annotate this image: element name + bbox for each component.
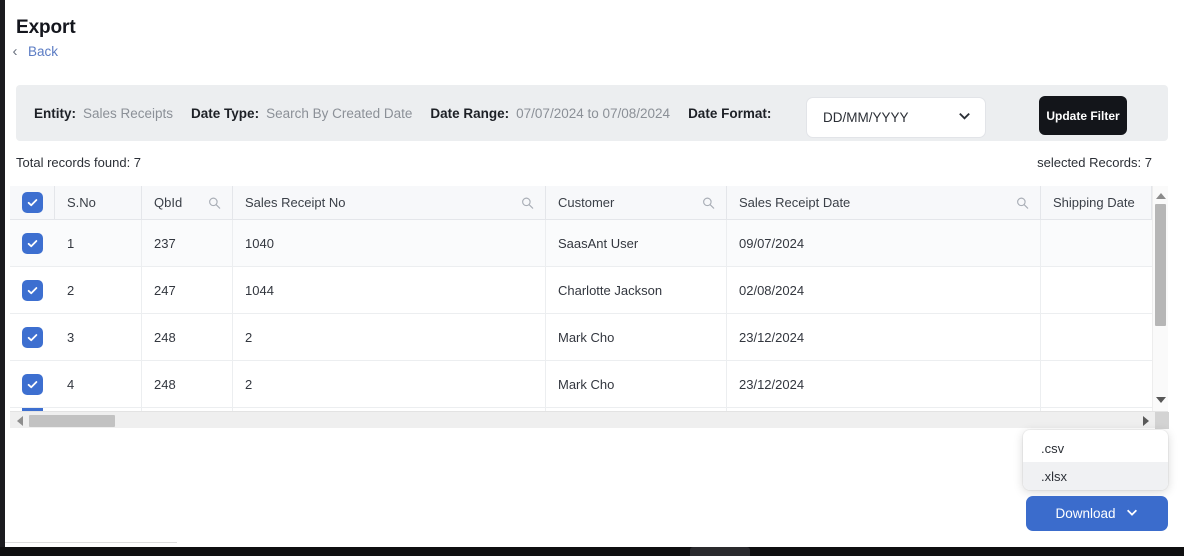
cell-srdate: 23/12/2024 (727, 361, 1041, 407)
column-header-customer[interactable]: Customer (546, 186, 727, 219)
cell-srdate: 09/07/2024 (727, 220, 1041, 266)
row-checkbox[interactable] (22, 373, 43, 395)
cell-srdate: 02/08/2024 (727, 267, 1041, 313)
table-header-row: S.No QbId Sales Receipt No Customer Sale… (10, 186, 1152, 220)
search-icon[interactable] (1016, 196, 1029, 209)
row-select-cell (10, 220, 55, 266)
horizontal-scroll-track-end (1155, 412, 1169, 429)
search-icon[interactable] (521, 196, 534, 209)
cell-srno: 1040 (233, 220, 546, 266)
triangle-left-icon[interactable] (12, 412, 28, 429)
chevron-down-icon (957, 108, 972, 128)
horizontal-scroll-thumb[interactable] (29, 415, 115, 427)
cell-qbid: 248 (142, 314, 233, 360)
format-option-csv[interactable]: .csv (1023, 434, 1168, 462)
row-checkbox[interactable] (22, 326, 43, 348)
select-all-cell (10, 186, 55, 219)
column-header-sales-receipt-date[interactable]: Sales Receipt Date (727, 186, 1041, 219)
triangle-right-icon[interactable] (1138, 412, 1154, 429)
file-format-menu: .csv .xlsx (1023, 430, 1168, 490)
row-select-cell (10, 267, 55, 313)
date-format-label: Date Format: (688, 105, 772, 121)
column-header-label: S.No (67, 195, 96, 210)
cell-customer: SaasAnt User (546, 220, 727, 266)
column-header-label: Sales Receipt No (245, 195, 346, 210)
search-icon[interactable] (208, 196, 221, 209)
download-button[interactable]: Download (1026, 496, 1168, 531)
download-label: Download (1055, 506, 1116, 521)
search-icon[interactable] (702, 196, 715, 209)
cell-shipping-date (1041, 267, 1152, 313)
browser-bottom-edge (0, 547, 1184, 556)
column-header-sno[interactable]: S.No (55, 186, 142, 219)
table-vertical-scrollbar[interactable] (1152, 186, 1168, 412)
entity-label: Entity: (34, 105, 76, 121)
cell-qbid: 247 (142, 267, 233, 313)
cell-qbid: 237 (142, 220, 233, 266)
update-filter-button[interactable]: Update Filter (1039, 96, 1127, 135)
cell-qbid: 248 (142, 361, 233, 407)
page-content: Export ‹ Back Entity: Sales Receipts Dat… (5, 0, 1184, 547)
date-type-label: Date Type: (191, 105, 260, 121)
table-horizontal-scrollbar[interactable] (10, 411, 1169, 429)
triangle-down-icon[interactable] (1153, 393, 1168, 407)
column-header-label: Sales Receipt Date (739, 195, 851, 210)
cell-sno: 2 (55, 267, 142, 313)
row-select-cell (10, 314, 55, 360)
date-type-value: Search By Created Date (266, 105, 413, 121)
date-range-value: 07/07/2024 to 07/08/2024 (516, 105, 671, 121)
table-row[interactable]: 1 237 1040 SaasAnt User 09/07/2024 (10, 220, 1152, 267)
cell-sno: 1 (55, 220, 142, 266)
triangle-up-icon[interactable] (1153, 189, 1168, 203)
column-header-shipping-date[interactable]: Shipping Date (1041, 186, 1152, 219)
cell-customer: Charlotte Jackson (546, 267, 727, 313)
cell-shipping-date (1041, 314, 1152, 360)
chevron-down-icon (1125, 505, 1139, 522)
cell-srdate: 23/12/2024 (727, 314, 1041, 360)
records-summary: Total records found: 7 selected Records:… (5, 155, 1163, 177)
records-table: S.No QbId Sales Receipt No Customer Sale… (10, 186, 1168, 412)
table-row[interactable]: 4 248 2 Mark Cho 23/12/2024 (10, 361, 1152, 408)
cell-customer: Mark Cho (546, 361, 727, 407)
cell-sno: 4 (55, 361, 142, 407)
back-button[interactable]: ‹ Back (8, 43, 59, 60)
cell-srno: 2 (233, 361, 546, 407)
format-option-xlsx[interactable]: .xlsx (1023, 462, 1168, 490)
date-format-select[interactable]: DD/MM/YYYY (806, 97, 986, 138)
cell-shipping-date (1041, 220, 1152, 266)
date-range-label: Date Range: (430, 105, 510, 121)
row-select-cell (10, 361, 55, 407)
select-all-checkbox[interactable] (21, 192, 43, 213)
entity-value: Sales Receipts (83, 105, 174, 121)
chevron-left-icon: ‹ (12, 43, 18, 60)
table-row[interactable]: 2 247 1044 Charlotte Jackson 02/08/2024 (10, 267, 1152, 314)
taskbar-notch (690, 547, 750, 556)
row-checkbox[interactable] (22, 279, 43, 301)
row-checkbox[interactable] (22, 232, 43, 254)
column-header-label: QbId (154, 195, 183, 210)
table-row[interactable]: 3 248 2 Mark Cho 23/12/2024 (10, 314, 1152, 361)
selected-records-label: selected Records: 7 (1037, 155, 1152, 170)
total-records-label: Total records found: 7 (16, 155, 142, 170)
column-header-sales-receipt-no[interactable]: Sales Receipt No (233, 186, 546, 219)
back-label: Back (28, 44, 59, 59)
column-header-label: Shipping Date (1053, 195, 1135, 210)
filter-bar: Entity: Sales Receipts Date Type: Search… (16, 85, 1168, 141)
page-title: Export (16, 17, 76, 38)
filter-entity: Entity: Sales Receipts (34, 106, 173, 121)
date-format-value: DD/MM/YYYY (823, 110, 909, 125)
cell-customer: Mark Cho (546, 314, 727, 360)
vertical-scroll-thumb[interactable] (1155, 204, 1166, 326)
filter-date-range: Date Range: 07/07/2024 to 07/08/2024 (430, 106, 670, 121)
cell-sno: 3 (55, 314, 142, 360)
cell-srno: 2 (233, 314, 546, 360)
column-header-qbid[interactable]: QbId (142, 186, 233, 219)
filter-date-format: Date Format: (688, 106, 771, 121)
filter-date-type: Date Type: Search By Created Date (191, 106, 412, 121)
cell-shipping-date (1041, 361, 1152, 407)
column-header-label: Customer (558, 195, 615, 210)
export-page: Export ‹ Back Entity: Sales Receipts Dat… (0, 0, 1184, 556)
cell-srno: 1044 (233, 267, 546, 313)
